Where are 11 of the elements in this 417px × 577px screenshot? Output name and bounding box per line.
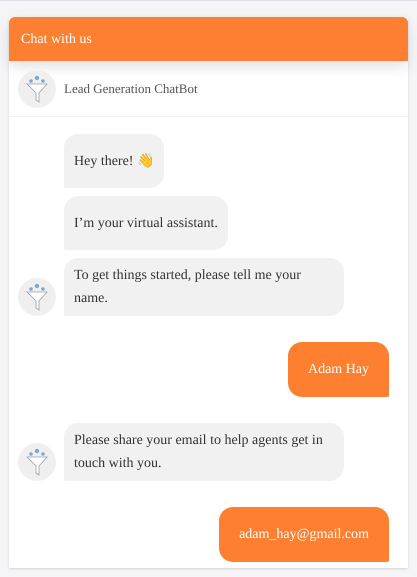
bot-name: Lead Generation ChatBot [64,80,198,98]
funnel-icon [26,283,48,311]
header-title: Chat with us [21,30,92,48]
funnel-icon [26,448,48,476]
funnel-icon [26,74,48,102]
user-message: adam_hay@gmail.com [219,507,389,562]
bot-message: I’m your virtual assistant. [64,196,228,250]
bot-message: Please share your email to help agents get in touch with you. [64,423,344,481]
user-message: Adam Hay [288,342,389,397]
bot-message: Hey there! 👋 [64,134,164,188]
bot-message: To get things started, please tell me your name. [64,258,344,316]
